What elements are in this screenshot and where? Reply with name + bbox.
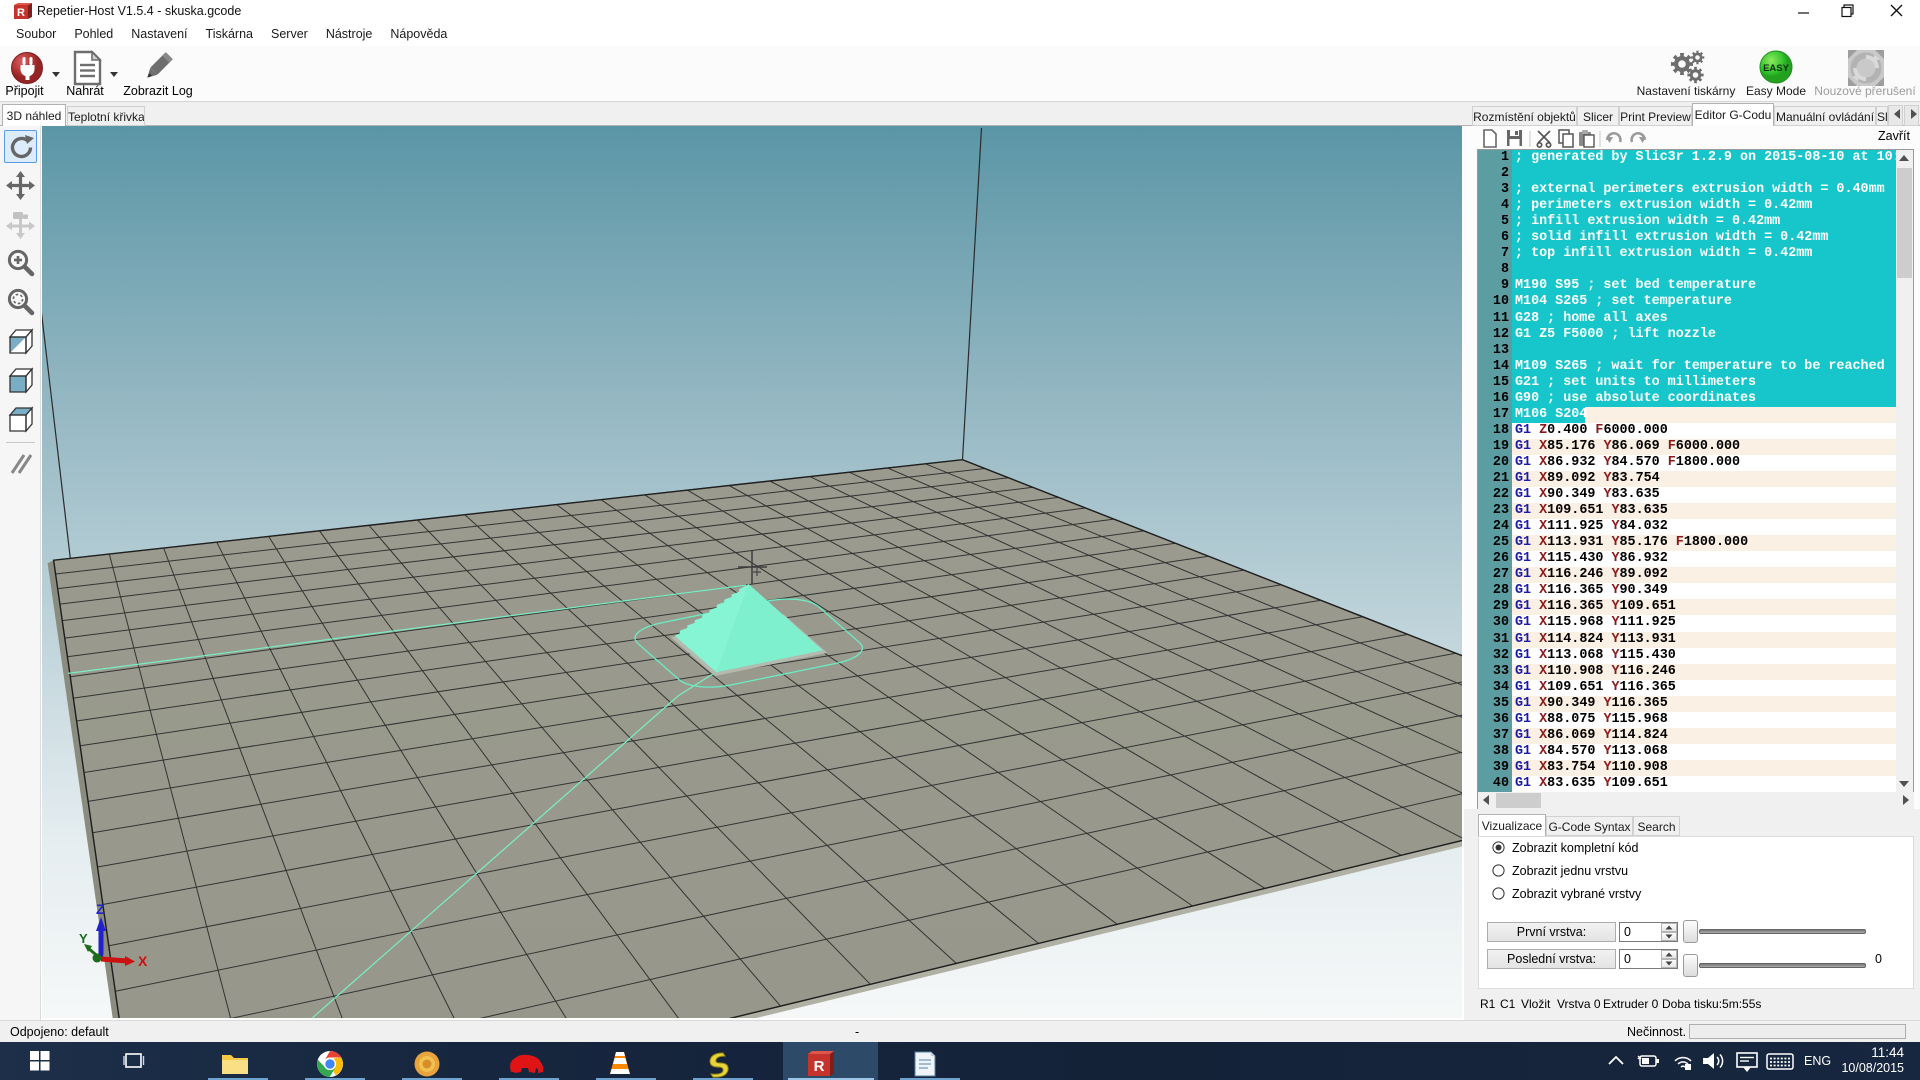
- svg-text:EASY: EASY: [1763, 63, 1790, 74]
- svg-text:Z: Z: [96, 901, 105, 917]
- svg-text:X: X: [138, 953, 148, 969]
- svg-text:R: R: [814, 1058, 825, 1075]
- svg-text:R: R: [17, 7, 25, 19]
- svg-text:Y: Y: [79, 931, 88, 946]
